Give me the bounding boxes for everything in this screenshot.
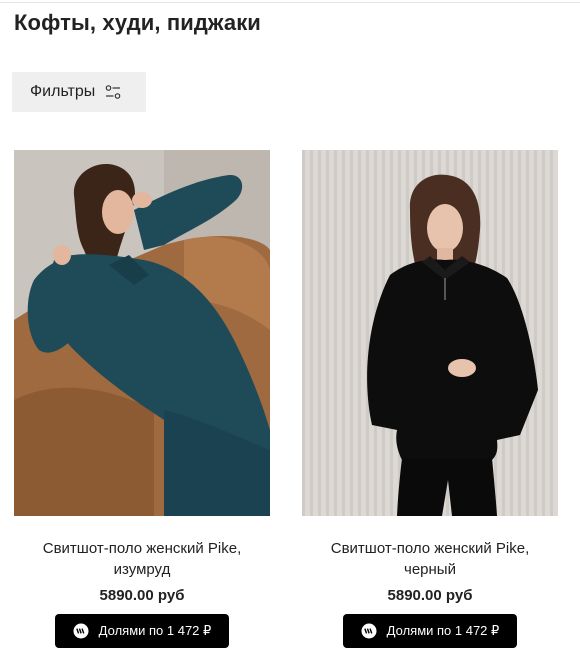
page-title: Кофты, худи, пиджаки — [14, 10, 261, 35]
split-payment-icon — [73, 623, 89, 639]
split-payment-icon — [361, 623, 377, 639]
top-divider — [0, 2, 580, 3]
filters-button[interactable]: Фильтры — [12, 72, 146, 112]
product-price: 5890.00 руб — [99, 587, 185, 604]
product-card[interactable]: Свитшот-поло женский Pike, изумруд 5890.… — [14, 150, 270, 648]
product-image[interactable] — [302, 150, 558, 516]
split-payment-button[interactable]: Долями по 1 472 ₽ — [343, 614, 517, 648]
split-payment-label: Долями по 1 472 ₽ — [386, 623, 500, 638]
product-card[interactable]: Свитшот-поло женский Pike, черный 5890.0… — [302, 150, 558, 648]
product-price: 5890.00 руб — [387, 587, 473, 604]
product-image[interactable] — [14, 150, 270, 516]
split-payment-label: Долями по 1 472 ₽ — [98, 623, 212, 638]
filters-button-label: Фильтры — [30, 83, 96, 100]
product-name[interactable]: Свитшот-поло женский Pike, черный — [302, 538, 558, 580]
filter-sliders-icon — [105, 85, 121, 99]
split-payment-button[interactable]: Долями по 1 472 ₽ — [55, 614, 229, 648]
product-name[interactable]: Свитшот-поло женский Pike, изумруд — [14, 538, 270, 580]
